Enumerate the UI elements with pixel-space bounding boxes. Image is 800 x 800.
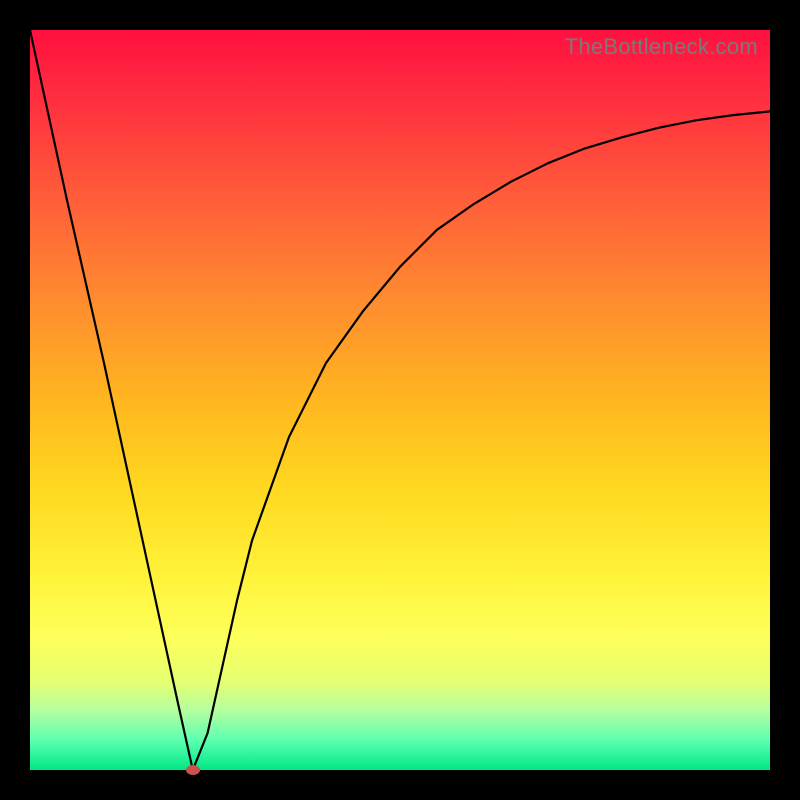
- minimum-marker: [186, 765, 200, 775]
- curve-svg: [30, 30, 770, 770]
- bottleneck-curve: [30, 30, 770, 770]
- plot-area: TheBottleneck.com: [30, 30, 770, 770]
- chart-stage: TheBottleneck.com: [0, 0, 800, 800]
